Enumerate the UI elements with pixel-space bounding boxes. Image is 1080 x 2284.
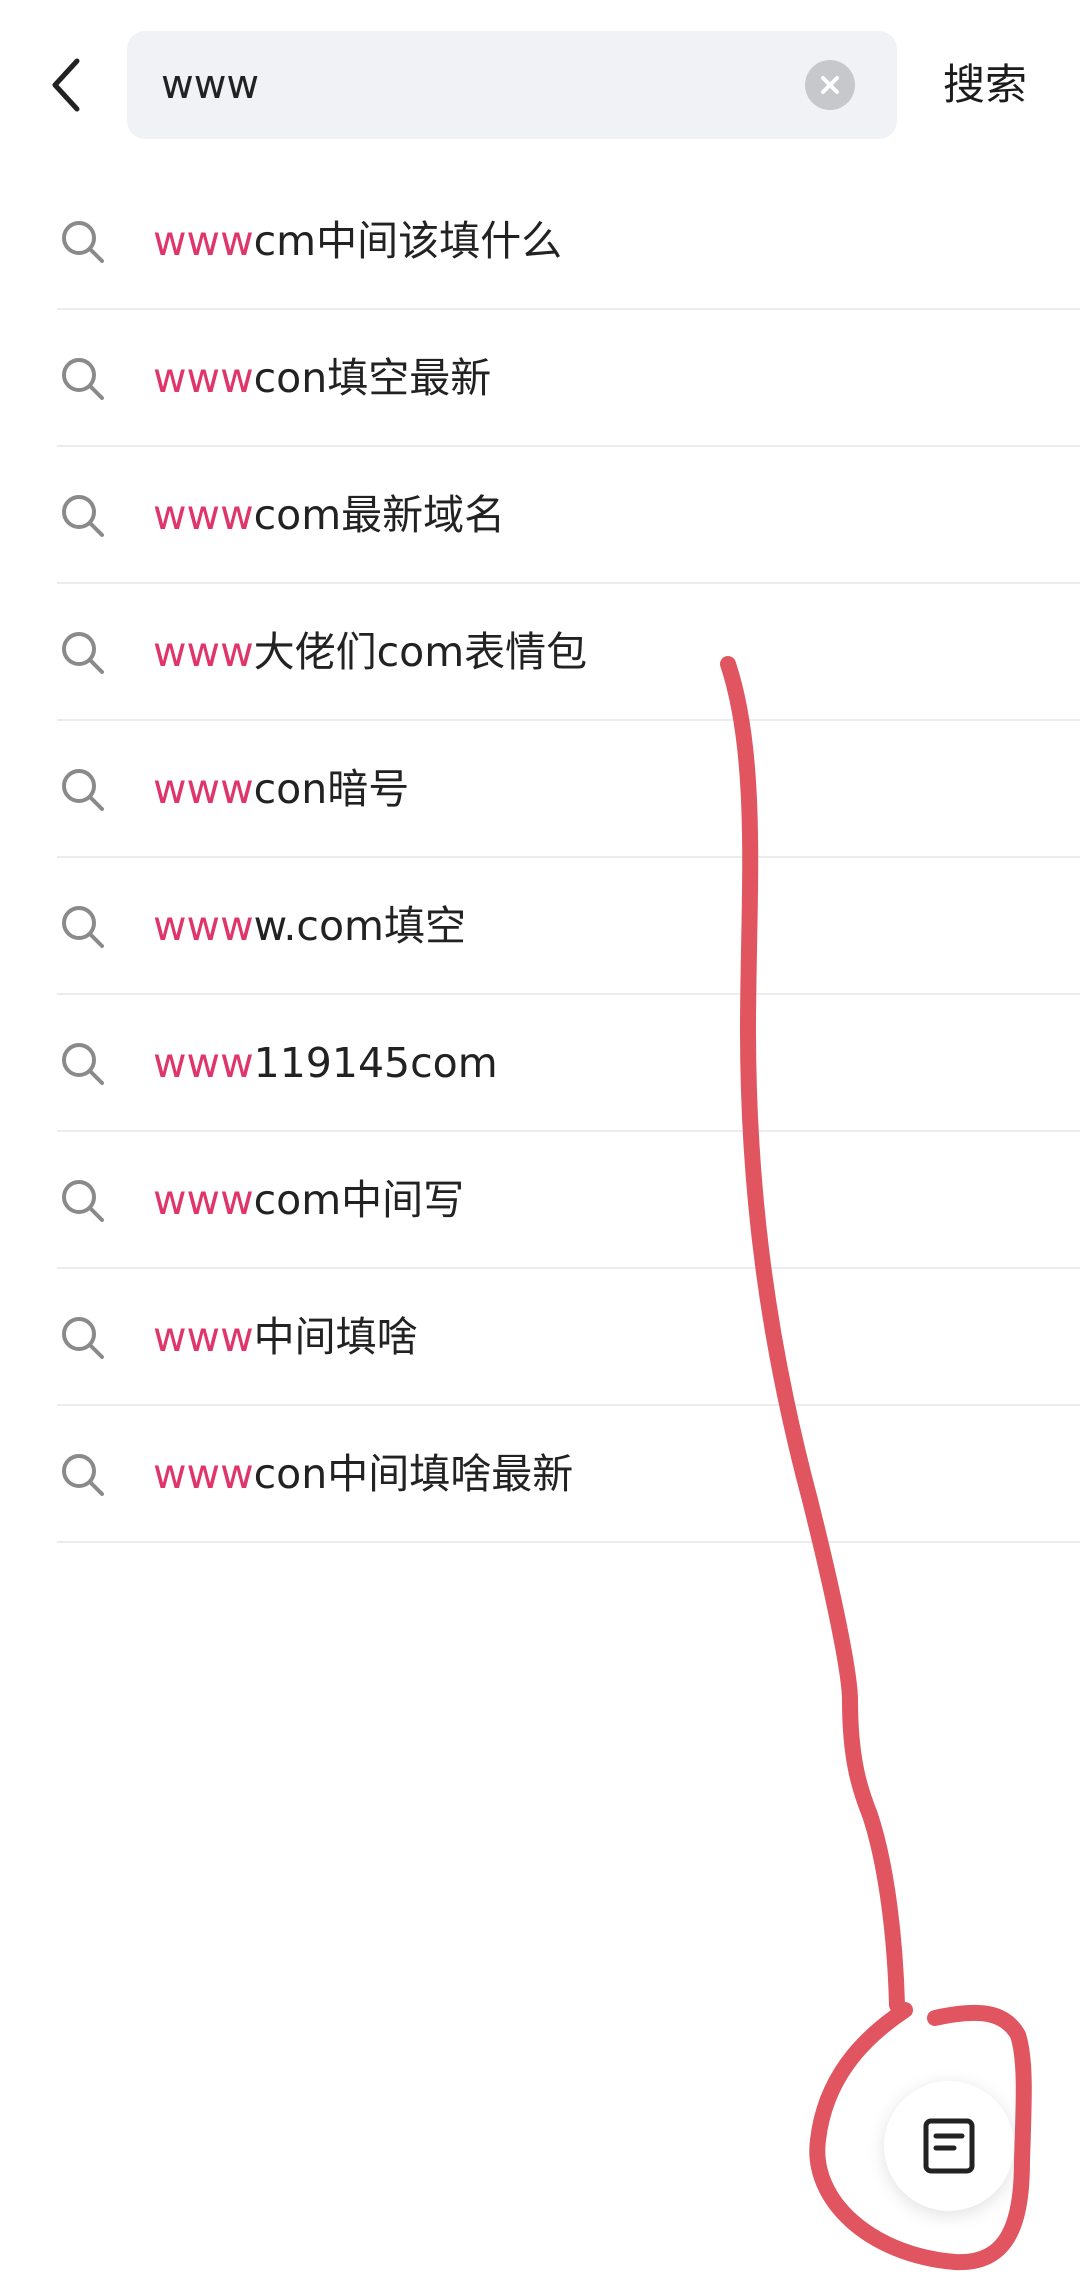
suggestion-rest: 119145com [253, 1039, 498, 1087]
search-submit-button[interactable]: 搜索 [925, 40, 1045, 130]
search-icon [62, 1317, 104, 1359]
chevron-left-icon [52, 58, 80, 112]
suggestion-text: wwwcom中间写 [153, 1132, 464, 1269]
suggestion-match: www [153, 1039, 254, 1087]
suggestion-item[interactable]: wwwcon中间填啥最新 [0, 1406, 1080, 1543]
suggestion-match: www [153, 354, 254, 402]
suggestion-item[interactable]: wwwcom最新域名 [0, 447, 1080, 584]
search-icon [62, 1454, 104, 1496]
suggestion-rest: 中间填啥 [253, 1313, 418, 1361]
suggestion-match: www [153, 765, 254, 813]
suggestion-match: www [153, 1450, 254, 1498]
close-circle-icon [821, 76, 839, 94]
suggestion-rest: com最新域名 [253, 491, 506, 539]
suggestion-text: www大佬们com表情包 [153, 584, 587, 721]
search-icon [62, 1043, 104, 1085]
suggestion-rest: w.com填空 [253, 902, 466, 950]
suggestion-match: www [153, 1313, 254, 1361]
suggestion-match: www [153, 491, 254, 539]
suggestion-text: www119145com [153, 995, 498, 1132]
suggestion-text: wwww.com填空 [153, 858, 466, 995]
search-icon [62, 632, 104, 674]
suggestion-item[interactable]: www119145com [0, 995, 1080, 1132]
back-button[interactable] [32, 40, 102, 130]
search-icon [62, 1180, 104, 1222]
suggestion-rest: con中间填啥最新 [253, 1450, 574, 1498]
suggestion-rest: 大佬们com表情包 [253, 628, 588, 676]
suggestion-rest: cm中间该填什么 [253, 217, 563, 265]
suggestion-text: wwwcon暗号 [153, 721, 409, 858]
suggestion-item[interactable]: wwwcm中间该填什么 [0, 173, 1080, 310]
search-icon [62, 221, 104, 263]
search-icon [62, 906, 104, 948]
suggestion-item[interactable]: wwwcon暗号 [0, 721, 1080, 858]
document-icon [923, 2118, 975, 2174]
search-box[interactable] [127, 31, 897, 139]
search-input[interactable] [161, 31, 801, 139]
suggestion-rest: con暗号 [253, 765, 410, 813]
suggestion-text: www中间填啥 [153, 1269, 418, 1406]
suggestion-match: www [153, 1176, 254, 1224]
suggestion-text: wwwcm中间该填什么 [153, 173, 562, 310]
suggestion-item[interactable]: www大佬们com表情包 [0, 584, 1080, 721]
suggestion-item[interactable]: wwwcon填空最新 [0, 310, 1080, 447]
search-icon [62, 358, 104, 400]
suggestion-item[interactable]: wwwcom中间写 [0, 1132, 1080, 1269]
suggestion-match: www [153, 902, 254, 950]
suggestion-text: wwwcom最新域名 [153, 447, 505, 584]
suggestion-rest: com中间写 [253, 1176, 465, 1224]
suggestion-item[interactable]: www中间填啥 [0, 1269, 1080, 1406]
suggestion-item[interactable]: wwww.com填空 [0, 858, 1080, 995]
search-icon [62, 769, 104, 811]
suggestion-text: wwwcon填空最新 [153, 310, 491, 447]
suggestion-text: wwwcon中间填啥最新 [153, 1406, 573, 1543]
suggestion-rest: con填空最新 [253, 354, 492, 402]
search-page: 搜索 wwwcm中间该填什么 wwwcon填空最新 wwwcom最新域名 [0, 0, 1080, 2284]
search-header: 搜索 [0, 0, 1080, 170]
clear-button[interactable] [805, 60, 855, 110]
floating-document-button[interactable] [884, 2081, 1014, 2211]
suggestion-match: www [153, 217, 254, 265]
suggestion-match: www [153, 628, 254, 676]
suggestion-list: wwwcm中间该填什么 wwwcon填空最新 wwwcom最新域名 www大佬们… [0, 173, 1080, 1543]
search-icon [62, 495, 104, 537]
